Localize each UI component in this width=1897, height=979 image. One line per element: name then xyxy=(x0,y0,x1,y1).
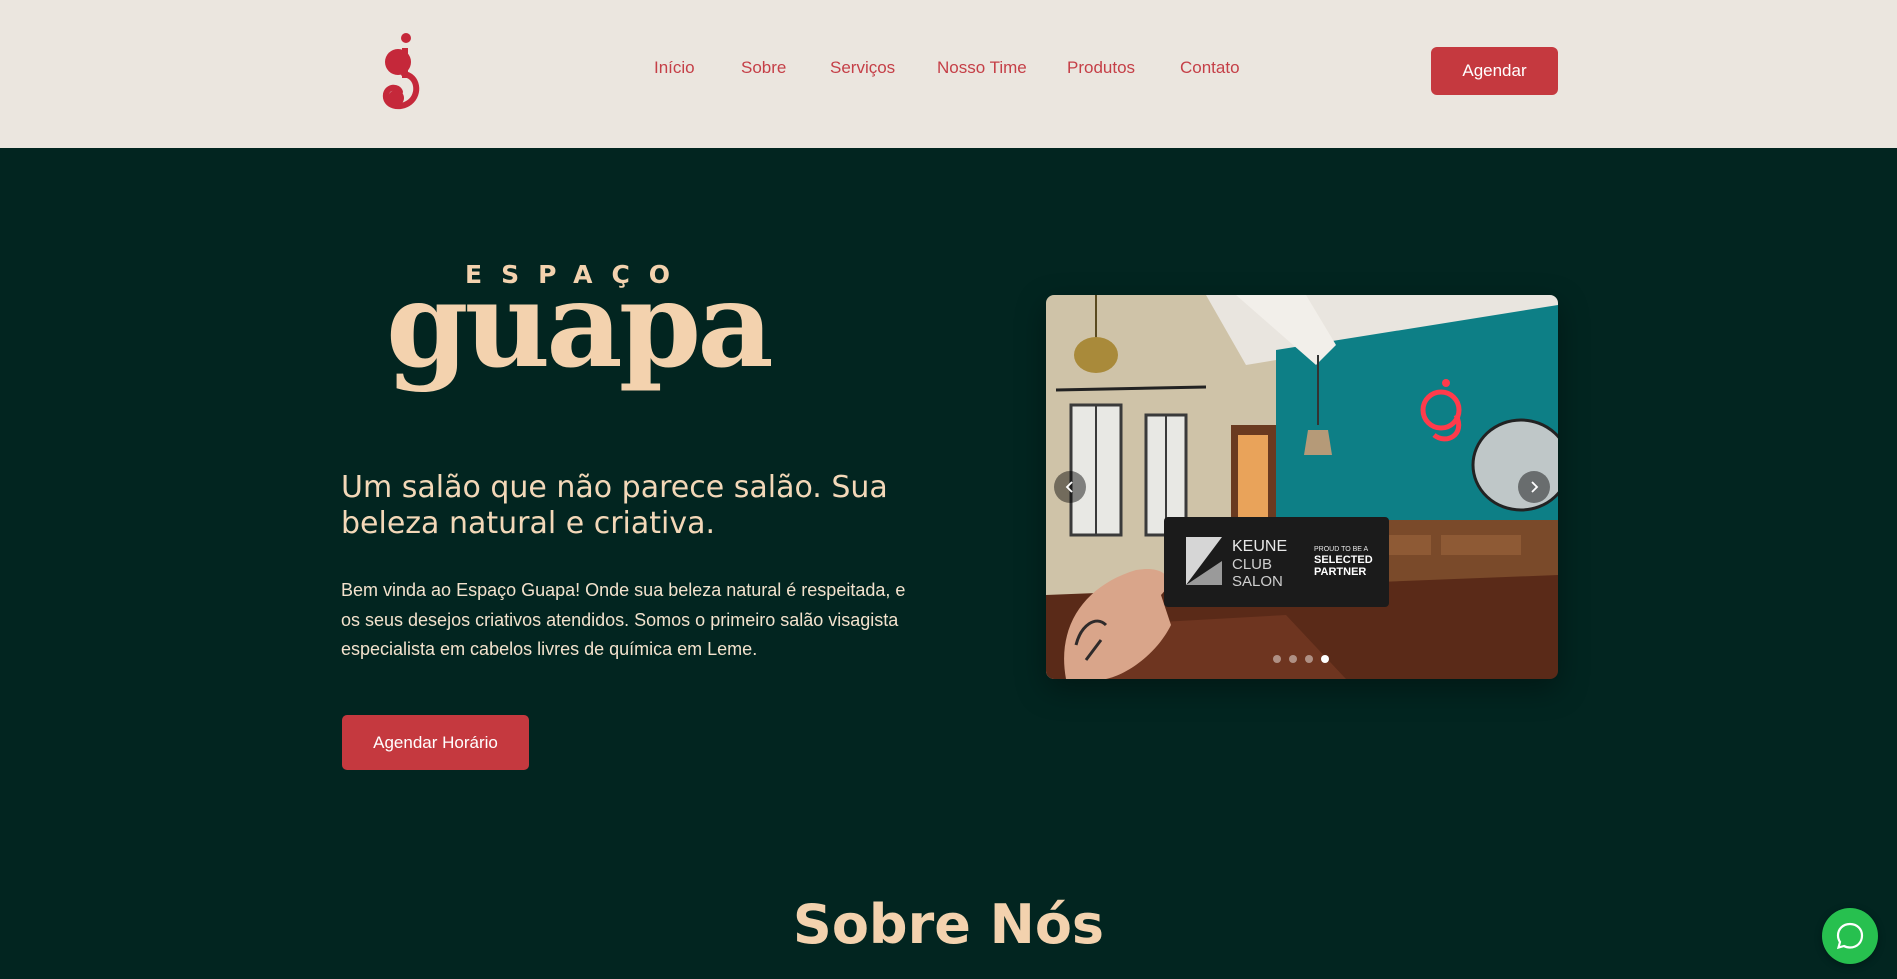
carousel-dots xyxy=(1273,655,1329,663)
salon-photo: KEUNE CLUB SALON PROUD TO BE A SELECTED … xyxy=(1046,295,1558,679)
carousel-next-button[interactable] xyxy=(1518,471,1550,503)
hero-headline: Um salão que não parece salão. Sua belez… xyxy=(341,470,888,541)
nav-servicos[interactable]: Serviços xyxy=(830,58,895,78)
card-line2: SALON xyxy=(1232,573,1283,590)
carousel-dot[interactable] xyxy=(1289,655,1297,663)
site-header: Início Sobre Serviços Nosso Time Produto… xyxy=(0,0,1897,148)
g-monogram-logo[interactable] xyxy=(372,28,428,112)
carousel-prev-button[interactable] xyxy=(1054,471,1086,503)
keune-card: KEUNE CLUB SALON PROUD TO BE A SELECTED … xyxy=(1164,517,1389,607)
nav-nosso-time[interactable]: Nosso Time xyxy=(937,58,1027,78)
carousel-dot[interactable] xyxy=(1273,655,1281,663)
whatsapp-icon xyxy=(1836,922,1864,950)
nav-sobre[interactable]: Sobre xyxy=(741,58,786,78)
agendar-horario-button[interactable]: Agendar Horário xyxy=(342,715,529,770)
brand-guapa: guapa xyxy=(386,255,774,394)
card-line1: CLUB xyxy=(1232,556,1272,573)
sobre-nos-title: Sobre Nós xyxy=(792,893,1105,956)
card-tag-small: PROUD TO BE A xyxy=(1314,546,1369,553)
card-tag-big2: PARTNER xyxy=(1314,566,1366,578)
salon-carousel[interactable]: KEUNE CLUB SALON PROUD TO BE A SELECTED … xyxy=(1046,295,1558,679)
carousel-dot[interactable] xyxy=(1321,655,1329,663)
carousel-dot[interactable] xyxy=(1305,655,1313,663)
chevron-left-icon xyxy=(1065,481,1073,493)
whatsapp-button[interactable] xyxy=(1822,908,1878,964)
card-brand: KEUNE xyxy=(1232,538,1287,555)
chevron-right-icon xyxy=(1531,481,1539,493)
hero-section: ESPAÇO guapa Um salão que não parece sal… xyxy=(0,148,1897,979)
agendar-button[interactable]: Agendar xyxy=(1431,47,1558,95)
nav-inicio[interactable]: Início xyxy=(654,58,695,78)
hero-intro: Bem vinda ao Espaço Guapa! Onde sua bele… xyxy=(341,580,906,659)
nav-produtos[interactable]: Produtos xyxy=(1067,58,1135,78)
nav-contato[interactable]: Contato xyxy=(1180,58,1240,78)
card-tag-big1: SELECTED xyxy=(1314,554,1373,566)
